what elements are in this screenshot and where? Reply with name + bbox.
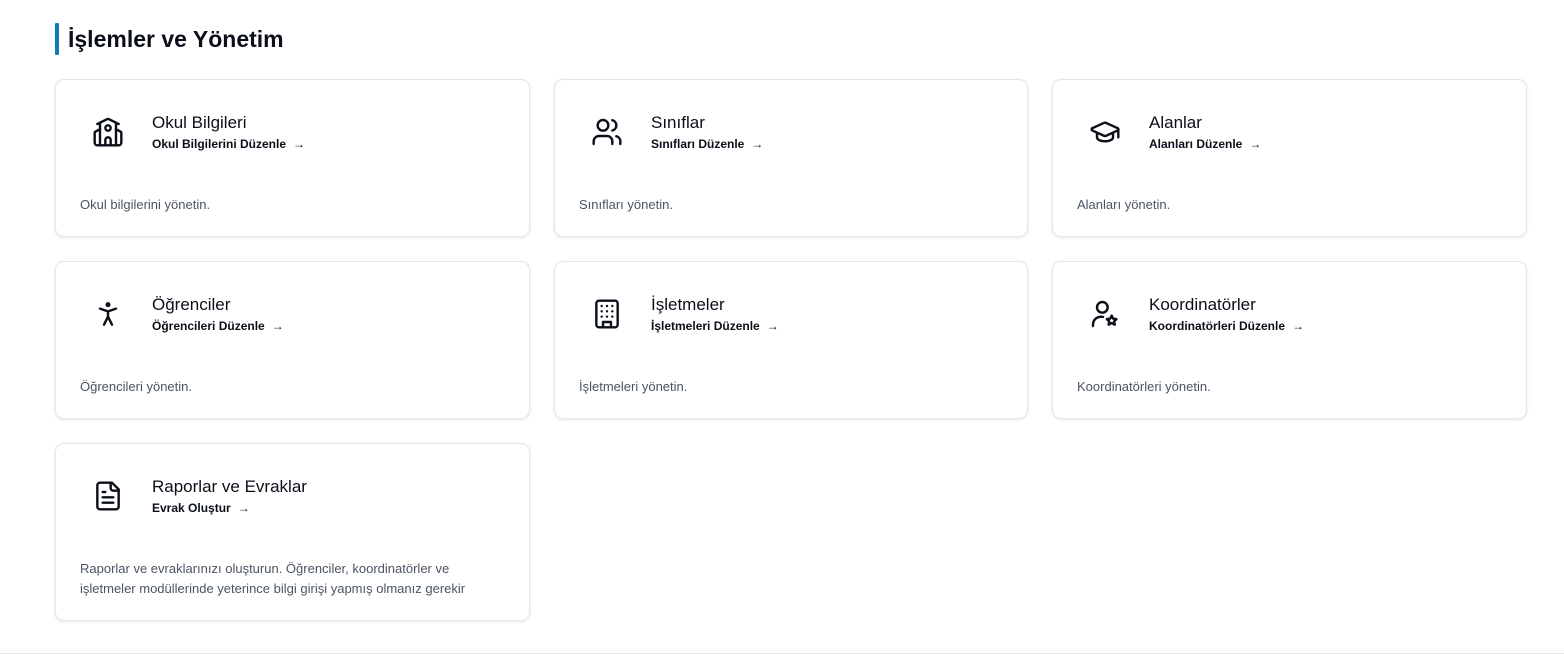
- arrow-right-icon: →: [751, 137, 764, 151]
- arrow-right-icon: →: [271, 319, 284, 333]
- edit-link[interactable]: Sınıfları Düzenle →: [651, 137, 763, 151]
- card-title: Raporlar ve Evraklar: [152, 477, 307, 496]
- edit-link-label: Koordinatörleri Düzenle: [1149, 319, 1286, 333]
- school-icon: [92, 116, 124, 148]
- accessibility-person-icon: [92, 298, 124, 330]
- user-star-icon: [1089, 298, 1121, 330]
- card-description: Koordinatörleri yönetin.: [1077, 379, 1211, 394]
- arrow-right-icon: →: [1292, 319, 1305, 333]
- section-heading: İşlemler ve Yönetim: [55, 23, 284, 55]
- card-description: Okul bilgilerini yönetin.: [80, 197, 211, 212]
- card-description: Raporlar ve evraklarınızı oluşturun. Öğr…: [80, 561, 466, 596]
- card-description: Öğrencileri yönetin.: [80, 379, 192, 394]
- create-document-link-label: Evrak Oluştur: [152, 501, 231, 515]
- card-title: Öğrenciler: [152, 295, 231, 314]
- edit-link-label: Öğrencileri Düzenle: [152, 319, 265, 333]
- bottom-divider: [0, 653, 1564, 654]
- card-koordinatorler[interactable]: Koordinatörler Koordinatörleri Düzenle →…: [1052, 261, 1527, 419]
- card-title: Okul Bilgileri: [152, 113, 247, 132]
- users-icon: [591, 116, 623, 148]
- edit-link-label: Okul Bilgilerini Düzenle: [152, 137, 287, 151]
- edit-link[interactable]: Okul Bilgilerini Düzenle →: [152, 137, 305, 151]
- edit-link[interactable]: İşletmeleri Düzenle →: [651, 319, 779, 333]
- building-icon: [591, 298, 623, 330]
- card-okul-bilgileri[interactable]: Okul Bilgileri Okul Bilgilerini Düzenle …: [55, 79, 530, 237]
- card-title: İşletmeler: [651, 295, 725, 314]
- card-raporlar-ve-evraklar[interactable]: Raporlar ve Evraklar Evrak Oluştur → Rap…: [55, 443, 530, 621]
- card-description: Alanları yönetin.: [1077, 197, 1171, 212]
- card-title: Sınıflar: [651, 113, 705, 132]
- document-icon: [92, 480, 124, 512]
- card-title: Alanlar: [1149, 113, 1202, 132]
- arrow-right-icon: →: [237, 501, 250, 515]
- card-grid: Okul Bilgileri Okul Bilgilerini Düzenle …: [55, 79, 1528, 621]
- card-description: Sınıfları yönetin.: [579, 197, 673, 212]
- arrow-right-icon: →: [293, 137, 306, 151]
- graduation-cap-icon: [1089, 116, 1121, 148]
- arrow-right-icon: →: [1249, 137, 1262, 151]
- page: İşlemler ve Yönetim Okul Bilgileri Okul …: [0, 0, 1564, 661]
- edit-link[interactable]: Koordinatörleri Düzenle →: [1149, 319, 1304, 333]
- card-description: İşletmeleri yönetin.: [579, 379, 688, 394]
- card-ogrenciler[interactable]: Öğrenciler Öğrencileri Düzenle → Öğrenci…: [55, 261, 530, 419]
- card-isletmeler[interactable]: İşletmeler İşletmeleri Düzenle → İşletme…: [554, 261, 1028, 419]
- edit-link-label: Alanları Düzenle: [1149, 137, 1243, 151]
- section-title: İşlemler ve Yönetim: [68, 25, 284, 52]
- edit-link[interactable]: Öğrencileri Düzenle →: [152, 319, 284, 333]
- edit-link[interactable]: Alanları Düzenle →: [1149, 137, 1261, 151]
- create-document-link[interactable]: Evrak Oluştur →: [152, 501, 250, 515]
- heading-accent-bar: [55, 23, 59, 55]
- card-title: Koordinatörler: [1149, 295, 1256, 314]
- arrow-right-icon: →: [766, 319, 779, 333]
- card-alanlar[interactable]: Alanlar Alanları Düzenle → Alanları yöne…: [1052, 79, 1527, 237]
- edit-link-label: İşletmeleri Düzenle: [651, 319, 760, 333]
- card-siniflar[interactable]: Sınıflar Sınıfları Düzenle → Sınıfları y…: [554, 79, 1028, 237]
- edit-link-label: Sınıfları Düzenle: [651, 137, 745, 151]
